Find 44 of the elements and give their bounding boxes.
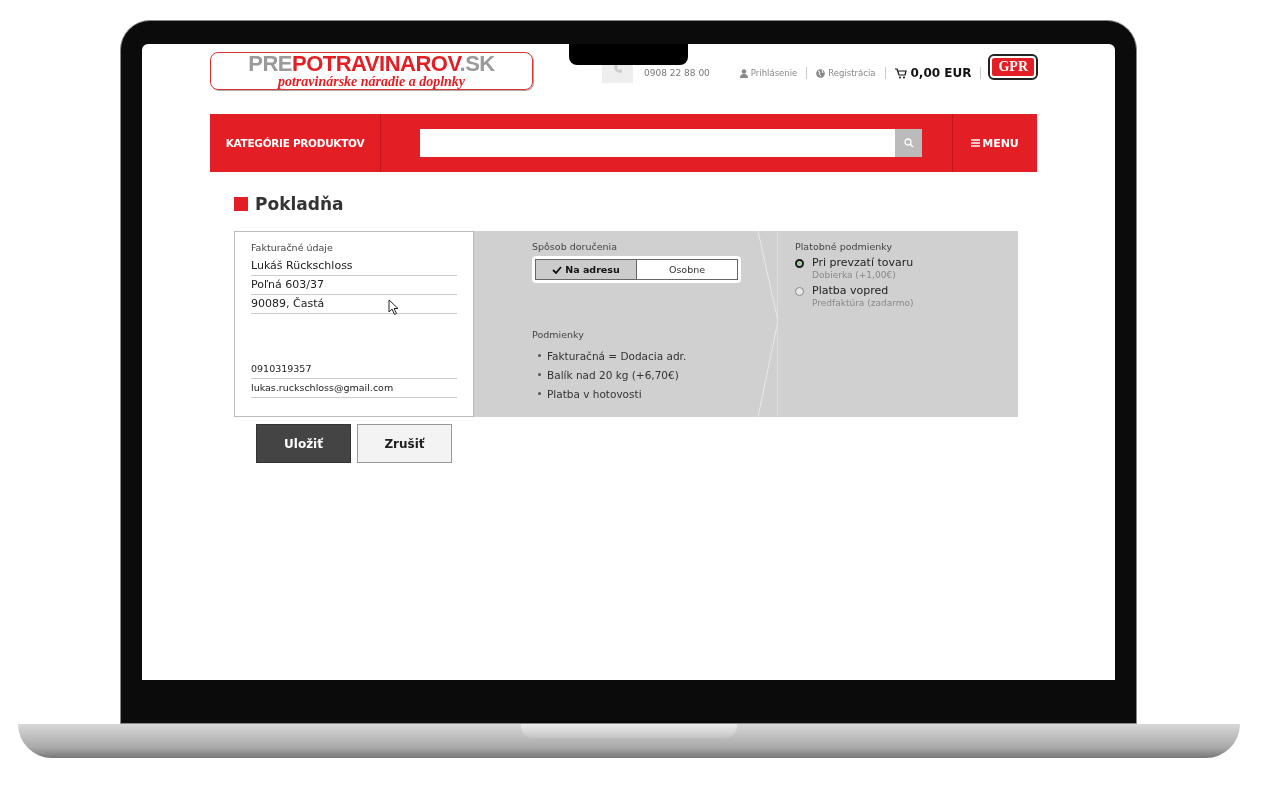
payment-option: Platba vopred [812,284,914,297]
search-field[interactable] [420,129,895,157]
radio-button[interactable] [795,287,804,296]
radio-button[interactable] [795,259,804,268]
delivery-option[interactable]: Na adresu [535,259,636,280]
section-label: Platobné podmienky [795,241,894,252]
phone-field[interactable]: 0910319357 [251,360,457,379]
page-title: Pokladňa [255,194,344,214]
section-label: Podmienky [532,329,585,340]
address-field[interactable]: Lukáš Rückschloss [251,257,457,276]
phone-icon [612,64,623,74]
condition-text: Balík nad 20 kg (+6,70€) [547,368,679,381]
site-logo[interactable]: PREPOTRAVINAROV.SK potravinárske náradie a doplnky [210,52,533,90]
cart-total[interactable]: 0,00 EUR [910,66,972,80]
title-square-icon [234,197,248,211]
bullet-icon [538,354,541,357]
bullet-icon [538,373,541,376]
mouse-cursor-icon [388,299,400,316]
cancel-button[interactable]: Zrušiť [357,424,452,463]
globe-icon [816,68,826,78]
email-field[interactable]: lukas.ruckschloss@gmail.com [251,379,457,398]
cart-icon [894,67,907,79]
menu-button[interactable]: MENU [952,114,1037,172]
search-icon [903,138,914,148]
section-label: Spôsob doručenia [532,241,618,252]
login-link[interactable]: Prihlásenie [750,68,798,78]
user-icon [739,68,748,78]
payment-note: Predfaktúra (zadarmo) [812,298,914,308]
register-link[interactable]: Registrácia [828,68,876,78]
section-label: Fakturačné údaje [251,242,334,253]
bullet-icon [538,392,541,395]
delivery-option[interactable]: Osobne [636,259,738,280]
categories-button[interactable]: KATEGÓRIE PRODUKTOV [210,114,381,172]
payment-note: Dobierka (+1,00€) [812,270,897,280]
condition-text: Fakturačná = Dodacia adr. [547,349,687,362]
menu-icon [971,139,981,147]
search-button[interactable] [895,129,922,157]
check-icon [552,265,563,274]
phone-number: 0908 22 88 00 [644,68,710,78]
save-button[interactable]: Uložiť [256,424,351,463]
condition-text: Platba v hotovosti [547,387,642,400]
brand-badge: GPR [990,56,1037,78]
payment-option: Pri prevzatí tovaru [812,256,914,269]
address-field[interactable]: Poľná 603/37 [251,276,457,295]
